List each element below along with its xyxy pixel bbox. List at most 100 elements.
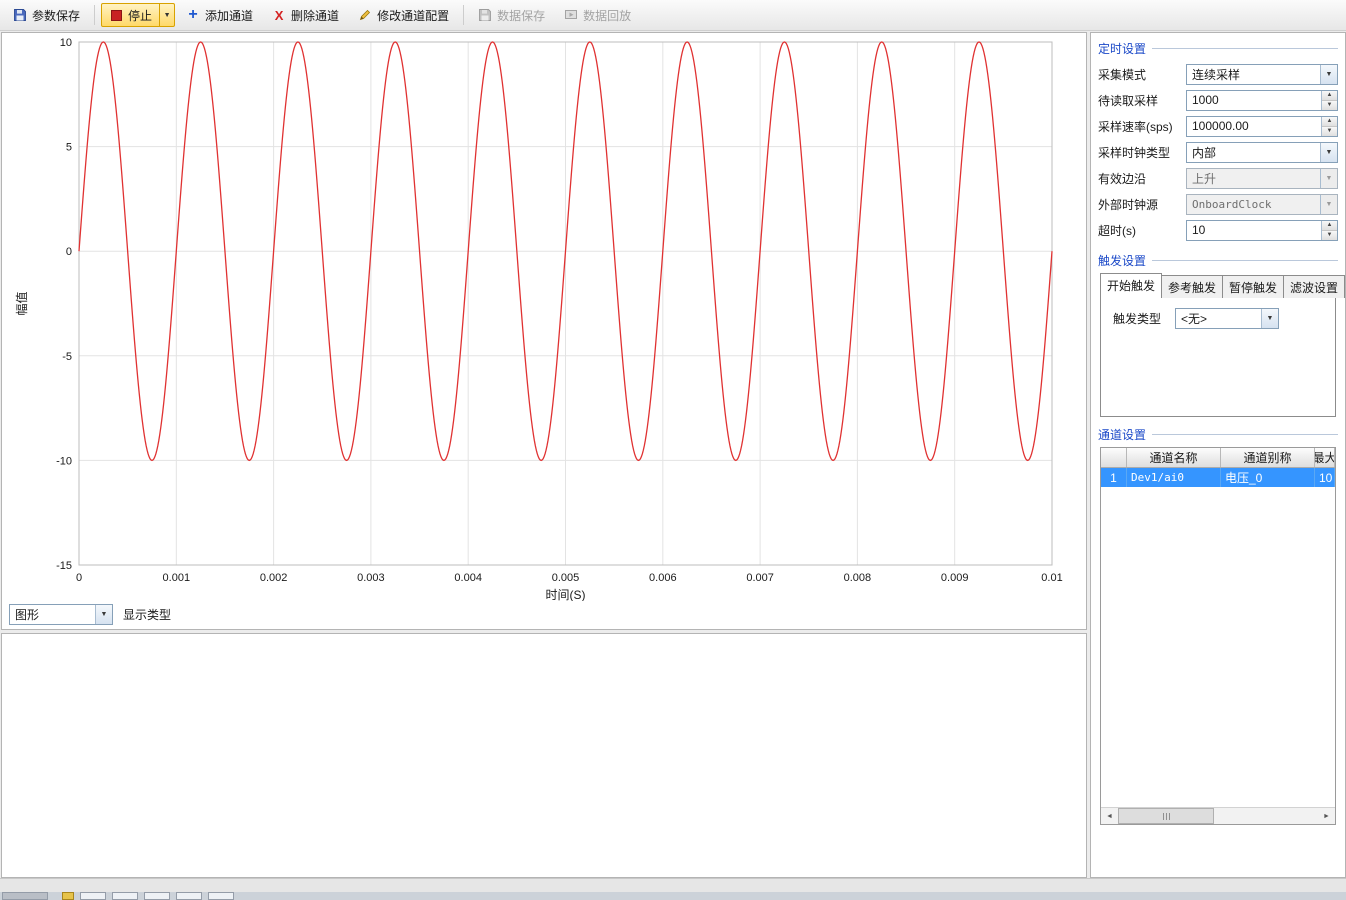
column-channel-name[interactable]: 通道名称 <box>1127 448 1221 467</box>
svg-text:0.002: 0.002 <box>260 572 288 584</box>
svg-text:-15: -15 <box>56 560 72 572</box>
group-title-rule <box>1152 260 1338 261</box>
spinner-down-icon[interactable]: ▼ <box>1322 126 1337 136</box>
save-disabled-icon <box>478 8 492 22</box>
channels-group-title: 通道设置 <box>1098 426 1338 443</box>
channels-title-text: 通道设置 <box>1098 426 1146 443</box>
trigger-type-row: 触发类型 <无> ▼ <box>1105 306 1331 330</box>
tab-reference-trigger[interactable]: 参考触发 <box>1161 275 1223 298</box>
taskbar-item[interactable] <box>112 892 138 900</box>
daq-application-window: 参数保存 停止 ▼ + 添加通道 X 删除通道 修改通道配置 <box>0 0 1346 900</box>
display-type-combo[interactable]: 图形 ▼ <box>9 604 113 625</box>
waveform-chart: 1050-5-10-1500.0010.0020.0030.0040.0050.… <box>2 33 1086 601</box>
spinner-down-icon[interactable]: ▼ <box>1322 100 1337 110</box>
tab-pause-trigger[interactable]: 暂停触发 <box>1222 275 1284 298</box>
sample-rate-spinner[interactable]: 100000.00 ▲▼ <box>1186 116 1338 137</box>
delete-channel-button[interactable]: X 删除通道 <box>264 3 347 27</box>
svg-text:0.004: 0.004 <box>454 572 482 584</box>
spinner-up-icon[interactable]: ▲ <box>1322 117 1337 126</box>
clock-type-row: 采样时钟类型 内部 ▼ <box>1098 139 1338 165</box>
taskbar-strip <box>0 892 1346 900</box>
trigger-tabs: 开始触发 参考触发 暂停触发 滤波设置 <box>1100 273 1338 298</box>
samples-to-read-value: 1000 <box>1187 91 1321 110</box>
column-channel-max[interactable]: 最大 <box>1315 448 1335 467</box>
timing-group-title: 定时设置 <box>1098 40 1338 57</box>
stop-split-button[interactable]: 停止 ▼ <box>101 3 175 27</box>
taskbar-item[interactable] <box>176 892 202 900</box>
row-index: 1 <box>1101 468 1127 487</box>
chevron-down-icon: ▼ <box>1320 195 1337 214</box>
spinner-down-icon[interactable]: ▼ <box>1322 230 1337 240</box>
toolbar-separator <box>94 5 95 25</box>
ext-clock-combo: OnboardClock ▼ <box>1186 194 1338 215</box>
samples-to-read-row: 待读取采样 1000 ▲▼ <box>1098 87 1338 113</box>
grid-empty-area <box>1101 487 1335 807</box>
chart-panel: 1050-5-10-1500.0010.0020.0030.0040.0050.… <box>1 32 1087 630</box>
sample-rate-value: 100000.00 <box>1187 117 1321 136</box>
acq-mode-row: 采集模式 连续采样 ▼ <box>1098 61 1338 87</box>
svg-text:幅值: 幅值 <box>14 291 29 315</box>
svg-text:0.009: 0.009 <box>941 572 969 584</box>
scroll-right-icon[interactable]: ► <box>1318 808 1335 824</box>
trigger-type-value: <无> <box>1176 309 1261 328</box>
taskbar-item[interactable] <box>80 892 106 900</box>
channel-grid: 通道名称 通道别称 最大 1 Dev1/ai0 电压_0 10 ◄ ► <box>1100 447 1336 825</box>
channel-alias-cell: 电压_0 <box>1221 468 1315 487</box>
timeout-spinner[interactable]: 10 ▲▼ <box>1186 220 1338 241</box>
chevron-down-icon[interactable]: ▼ <box>1320 143 1337 162</box>
ext-clock-value: OnboardClock <box>1187 195 1320 214</box>
acq-mode-value: 连续采样 <box>1187 65 1320 84</box>
toolbar-separator <box>463 5 464 25</box>
data-playback-label: 数据回放 <box>583 7 631 24</box>
stop-dropdown-arrow-icon[interactable]: ▼ <box>159 4 174 26</box>
param-save-button[interactable]: 参数保存 <box>5 3 88 27</box>
scrollbar-track[interactable] <box>1214 808 1318 824</box>
channel-row-selected[interactable]: 1 Dev1/ai0 电压_0 10 <box>1101 468 1335 487</box>
taskbar-item[interactable] <box>144 892 170 900</box>
chevron-down-icon[interactable]: ▼ <box>95 605 112 624</box>
status-strip <box>0 878 1346 892</box>
active-edge-row: 有效边沿 上升 ▼ <box>1098 165 1338 191</box>
data-save-label: 数据保存 <box>497 7 545 24</box>
chevron-down-icon[interactable]: ▼ <box>1320 65 1337 84</box>
delete-channel-label: 删除通道 <box>291 7 339 24</box>
timeout-value: 10 <box>1187 221 1321 240</box>
samples-to-read-spinner[interactable]: 1000 ▲▼ <box>1186 90 1338 111</box>
tab-start-trigger[interactable]: 开始触发 <box>1100 273 1162 298</box>
acq-mode-combo[interactable]: 连续采样 ▼ <box>1186 64 1338 85</box>
clock-type-label: 采样时钟类型 <box>1098 144 1186 161</box>
clock-type-combo[interactable]: 内部 ▼ <box>1186 142 1338 163</box>
edit-config-icon <box>358 8 372 22</box>
taskbar-item[interactable] <box>208 892 234 900</box>
svg-text:0.008: 0.008 <box>844 572 872 584</box>
tab-filter-settings[interactable]: 滤波设置 <box>1283 275 1345 298</box>
spinner-up-icon[interactable]: ▲ <box>1322 221 1337 230</box>
svg-text:时间(S): 时间(S) <box>546 588 586 601</box>
svg-text:5: 5 <box>66 142 72 154</box>
sample-rate-label: 采样速率(sps) <box>1098 118 1186 135</box>
scroll-left-icon[interactable]: ◄ <box>1101 808 1118 824</box>
channel-name-cell: Dev1/ai0 <box>1127 468 1221 487</box>
group-title-rule <box>1152 48 1338 49</box>
trigger-group-title: 触发设置 <box>1098 252 1338 269</box>
chevron-down-icon[interactable]: ▼ <box>1261 309 1278 328</box>
add-channel-button[interactable]: + 添加通道 <box>178 3 261 27</box>
scrollbar-thumb[interactable] <box>1118 808 1214 824</box>
svg-text:-10: -10 <box>56 455 72 467</box>
horizontal-scrollbar[interactable]: ◄ ► <box>1101 807 1335 824</box>
taskbar-item[interactable] <box>62 892 74 900</box>
data-playback-button: 数据回放 <box>556 3 639 27</box>
param-save-label: 参数保存 <box>32 7 80 24</box>
secondary-display-panel <box>1 633 1087 878</box>
timeout-row: 超时(s) 10 ▲▼ <box>1098 217 1338 243</box>
svg-text:0.006: 0.006 <box>649 572 677 584</box>
column-channel-alias[interactable]: 通道别称 <box>1221 448 1315 467</box>
display-type-value: 图形 <box>10 605 95 624</box>
stop-button[interactable]: 停止 <box>102 4 159 26</box>
taskbar-item[interactable] <box>2 892 48 900</box>
modify-channel-config-button[interactable]: 修改通道配置 <box>350 3 457 27</box>
trigger-type-combo[interactable]: <无> ▼ <box>1175 308 1279 329</box>
clock-type-value: 内部 <box>1187 143 1320 162</box>
plus-icon: + <box>186 8 200 22</box>
spinner-up-icon[interactable]: ▲ <box>1322 91 1337 100</box>
